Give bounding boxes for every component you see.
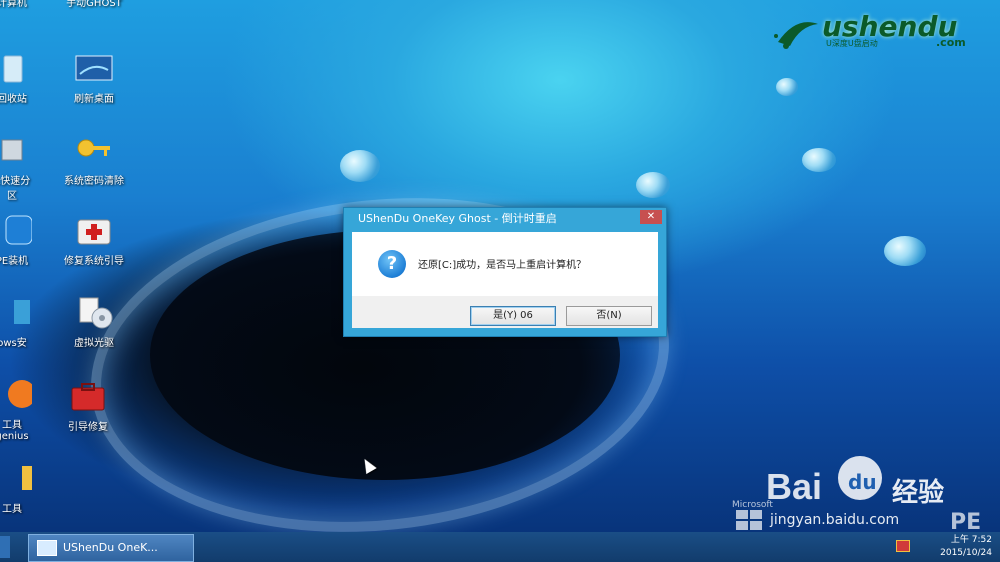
water-drop bbox=[884, 236, 926, 266]
desktop-icon-password-clear[interactable]: 系统密码清除 bbox=[54, 134, 134, 187]
desktop-icon-label: 刷新桌面 bbox=[74, 94, 114, 105]
virtual-cd-icon bbox=[79, 297, 113, 329]
desktop-icon-computer[interactable]: 计算机 bbox=[0, 0, 52, 9]
desktop-icon-pe-install[interactable]: PE装机 bbox=[0, 214, 52, 267]
clock-time: 上午 7:52 bbox=[950, 535, 992, 545]
water-drop bbox=[776, 78, 798, 96]
toolbox-icon bbox=[71, 383, 105, 411]
watermark-jingyan: 经验 bbox=[892, 478, 945, 508]
desktop-icon-refresh-desktop[interactable]: 刷新桌面 bbox=[54, 52, 134, 105]
recycle-bin-icon bbox=[3, 55, 23, 83]
desktop-icon-label: 手动GHOST bbox=[66, 0, 122, 9]
desktop[interactable]: ushendu U深度U盘启动 .com 计算机 手动GHOST 回收站 刷新桌… bbox=[0, 0, 1000, 562]
desktop-icon-label: 工具 bbox=[2, 504, 22, 515]
no-button[interactable]: 否(N) bbox=[566, 306, 652, 326]
dialog-titlebar[interactable]: UShenDu OneKey Ghost - 倒计时重启 ✕ bbox=[344, 208, 666, 230]
watermark-du: du bbox=[848, 470, 877, 494]
desktop-icon-label: 计算机 bbox=[0, 0, 27, 9]
window-icon bbox=[37, 540, 57, 556]
desktop-icon-boot-repair[interactable]: 引导修复 bbox=[48, 380, 128, 433]
dialog-body: ? 还原[C:]成功，是否马上重启计算机？ 是(Y) 06 否(N) bbox=[352, 232, 658, 328]
water-drop bbox=[340, 150, 380, 182]
desktop-icon-manual-ghost[interactable]: 手动GHOST bbox=[54, 0, 134, 9]
water-drop bbox=[802, 148, 836, 172]
ushendu-logo: ushendu U深度U盘启动 .com bbox=[770, 6, 990, 52]
question-icon: ? bbox=[378, 250, 406, 278]
desktop-icon-repair-boot[interactable]: 修复系统引导 bbox=[54, 214, 134, 267]
desktop-icon-disk-genius[interactable]: 工具 genius bbox=[0, 378, 52, 442]
restart-countdown-dialog[interactable]: UShenDu OneKey Ghost - 倒计时重启 ✕ ? 还原[C:]成… bbox=[343, 207, 667, 337]
taskbar-item-label: UShenDu OneK... bbox=[63, 541, 158, 554]
desktop-icon-virtual-cd[interactable]: 虚拟光驱 bbox=[54, 296, 134, 349]
clock-date: 2015/10/24 bbox=[940, 548, 992, 558]
baidu-watermark: Bai du 经验 jingyan.baidu.com bbox=[766, 456, 996, 532]
logo-subtitle: U深度U盘启动 bbox=[826, 39, 878, 48]
yes-button[interactable]: 是(Y) 06 bbox=[470, 306, 556, 326]
desktop-icon-label: 系统密码清除 bbox=[64, 176, 124, 187]
watermark-bai: Bai bbox=[766, 466, 823, 507]
desktop-icon-label: PE装机 bbox=[0, 256, 29, 267]
taskbar: UShenDu OneK... 上午 7:52 2015/10/24 bbox=[0, 532, 1000, 562]
close-button[interactable]: ✕ bbox=[640, 210, 662, 224]
watermark-url: jingyan.baidu.com bbox=[770, 512, 900, 528]
tray-icon[interactable] bbox=[896, 540, 910, 552]
taskbar-item-onekey-ghost[interactable]: UShenDu OneK... bbox=[28, 534, 194, 562]
medkit-icon bbox=[77, 219, 111, 245]
swirl-icon bbox=[774, 22, 818, 49]
desktop-icon-label: ows安 bbox=[0, 338, 27, 349]
desktop-icon-tool[interactable]: 工具 bbox=[0, 462, 52, 515]
desktop-icon-label: K快速分 区 bbox=[0, 176, 31, 202]
desktop-icon-recycle-bin[interactable]: 回收站 bbox=[0, 52, 52, 105]
start-button[interactable] bbox=[0, 536, 10, 558]
desktop-icon-windows-install[interactable]: ows安 bbox=[0, 296, 52, 349]
pe-install-icon bbox=[5, 215, 32, 245]
windows-install-icon bbox=[14, 300, 30, 324]
desktop-icon-label: 引导修复 bbox=[68, 422, 108, 433]
dialog-title: UShenDu OneKey Ghost - 倒计时重启 bbox=[358, 212, 557, 225]
tool-icon bbox=[22, 466, 32, 490]
desktop-icon-label: 工具 genius bbox=[0, 420, 29, 442]
refresh-desktop-icon bbox=[75, 55, 113, 81]
key-icon bbox=[77, 139, 110, 157]
windows-logo-icon bbox=[736, 510, 762, 530]
clock[interactable]: 上午 7:52 2015/10/24 bbox=[940, 534, 992, 560]
desktop-icon-label: 回收站 bbox=[0, 94, 27, 105]
dialog-message: 还原[C:]成功，是否马上重启计算机？ bbox=[418, 260, 587, 271]
partition-icon bbox=[1, 139, 23, 161]
disk-genius-icon bbox=[8, 380, 32, 408]
logo-dotcom: .com bbox=[936, 36, 966, 49]
water-drop bbox=[636, 172, 670, 198]
desktop-icon-partition[interactable]: K快速分 区 bbox=[0, 134, 52, 202]
desktop-icon-label: 修复系统引导 bbox=[64, 256, 124, 267]
desktop-icon-label: 虚拟光驱 bbox=[74, 338, 114, 349]
